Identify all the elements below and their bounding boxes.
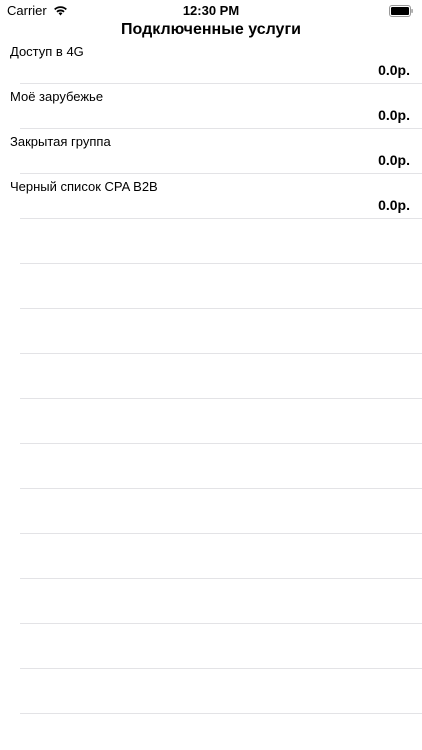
service-name: Моё зарубежье bbox=[10, 89, 104, 104]
empty-row bbox=[0, 489, 422, 534]
service-name: Закрытая группа bbox=[10, 134, 111, 149]
status-time: 12:30 PM bbox=[182, 3, 240, 18]
empty-row bbox=[0, 669, 422, 714]
empty-rows bbox=[0, 219, 422, 714]
empty-row bbox=[0, 579, 422, 624]
empty-row bbox=[0, 354, 422, 399]
empty-row bbox=[0, 399, 422, 444]
service-name: Доступ в 4G bbox=[10, 44, 84, 59]
empty-row bbox=[0, 264, 422, 309]
service-price: 0.0р. bbox=[378, 152, 410, 168]
list-item[interactable]: Черный список CPA B2B 0.0р. bbox=[0, 174, 422, 219]
service-name: Черный список CPA B2B bbox=[10, 179, 158, 194]
empty-row bbox=[0, 534, 422, 579]
empty-row bbox=[0, 624, 422, 669]
list-item[interactable]: Доступ в 4G 0.0р. bbox=[0, 39, 422, 84]
list-item[interactable]: Моё зарубежье 0.0р. bbox=[0, 84, 422, 129]
battery-icon bbox=[389, 5, 413, 17]
empty-row bbox=[0, 219, 422, 264]
services-list: Доступ в 4G 0.0р. Моё зарубежье 0.0р. За… bbox=[0, 39, 422, 219]
service-price: 0.0р. bbox=[378, 107, 410, 123]
page-title: Подключенные услуги bbox=[121, 21, 301, 38]
list-item[interactable]: Закрытая группа 0.0р. bbox=[0, 129, 422, 174]
status-bar: Carrier 12:30 PM bbox=[0, 0, 422, 22]
empty-row bbox=[0, 444, 422, 489]
service-price: 0.0р. bbox=[378, 197, 410, 213]
service-price: 0.0р. bbox=[378, 62, 410, 78]
empty-row bbox=[0, 309, 422, 354]
